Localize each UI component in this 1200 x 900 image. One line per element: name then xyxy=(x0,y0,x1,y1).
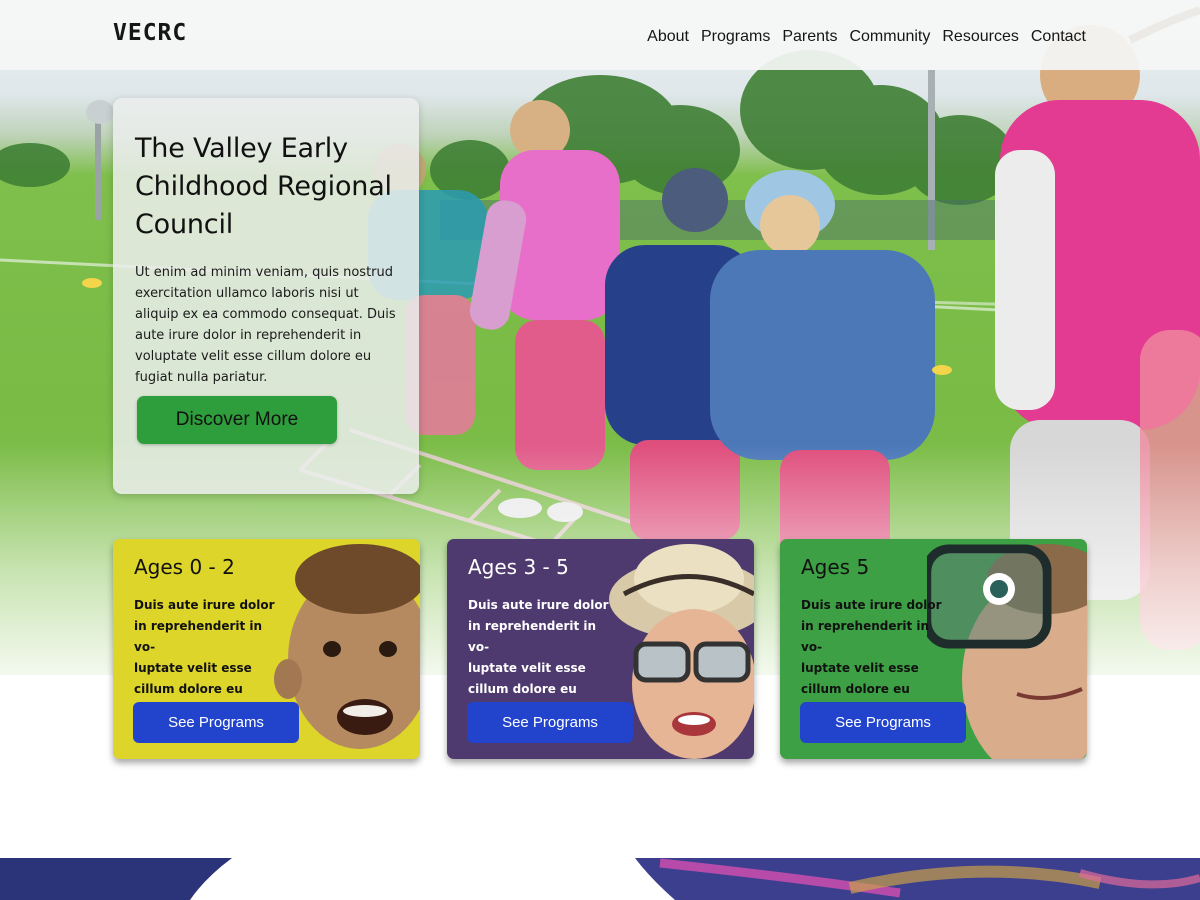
main-nav: About Programs Parents Community Resourc… xyxy=(647,28,1086,46)
next-section-band xyxy=(0,858,1200,900)
card-title: Ages 5 xyxy=(801,555,870,579)
age-card-3-5: Ages 3 - 5 Duis aute irure dolor in repr… xyxy=(447,539,754,759)
card-title: Ages 0 - 2 xyxy=(134,555,235,579)
age-card-0-2: Ages 0 - 2 Duis aute irure dolor in repr… xyxy=(113,539,420,759)
nav-link-parents[interactable]: Parents xyxy=(782,28,837,46)
hero-description: Ut enim ad minim veniam, quis nostrud ex… xyxy=(135,265,396,385)
nav-link-resources[interactable]: Resources xyxy=(942,28,1018,46)
nav-link-about[interactable]: About xyxy=(647,28,689,46)
site-logo[interactable]: VECRC xyxy=(113,20,187,46)
see-programs-button[interactable]: See Programs xyxy=(467,702,633,743)
age-card-5: Ages 5 Duis aute irure dolor in reprehen… xyxy=(780,539,1087,759)
discover-more-button[interactable]: Discover More xyxy=(137,396,337,444)
nav-link-community[interactable]: Community xyxy=(849,28,930,46)
see-programs-button[interactable]: See Programs xyxy=(133,702,299,743)
next-section-graphic xyxy=(0,858,1200,900)
site-header: VECRC About Programs Parents Community R… xyxy=(0,0,1200,70)
nav-link-contact[interactable]: Contact xyxy=(1031,28,1086,46)
nav-link-programs[interactable]: Programs xyxy=(701,28,770,46)
see-programs-button[interactable]: See Programs xyxy=(800,702,966,743)
hero-title: The Valley Early Childhood Regional Coun… xyxy=(135,133,392,240)
hero-intro-card: The Valley Early Childhood Regional Coun… xyxy=(113,98,419,494)
card-title: Ages 3 - 5 xyxy=(468,555,569,579)
